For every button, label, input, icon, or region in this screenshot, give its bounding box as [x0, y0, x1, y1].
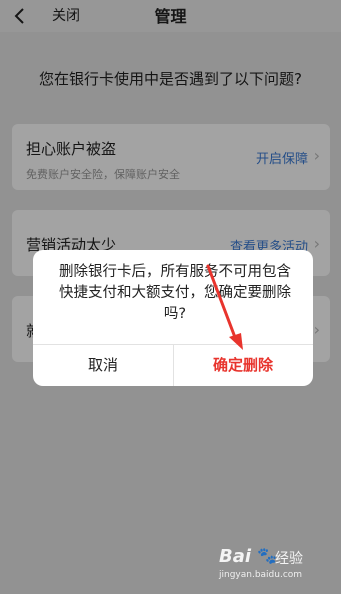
- watermark-brand: 经验: [275, 551, 303, 567]
- watermark-url: jingyan.baidu.com: [219, 570, 303, 580]
- dialog-message: 删除银行卡后，所有服务不可用包含快捷支付和大额支付，您确定要删除吗?: [59, 264, 291, 322]
- watermark: Bai 🐾 经验 jingyan.baidu.com: [219, 546, 329, 586]
- delete-card-dialog: 删除银行卡后，所有服务不可用包含快捷支付和大额支付，您确定要删除吗? 取消 确定…: [33, 250, 313, 386]
- watermark-logo: Bai: [219, 546, 252, 567]
- paw-icon: 🐾: [257, 546, 277, 565]
- confirm-delete-button[interactable]: 确定删除: [173, 344, 313, 386]
- cancel-button[interactable]: 取消: [33, 344, 173, 386]
